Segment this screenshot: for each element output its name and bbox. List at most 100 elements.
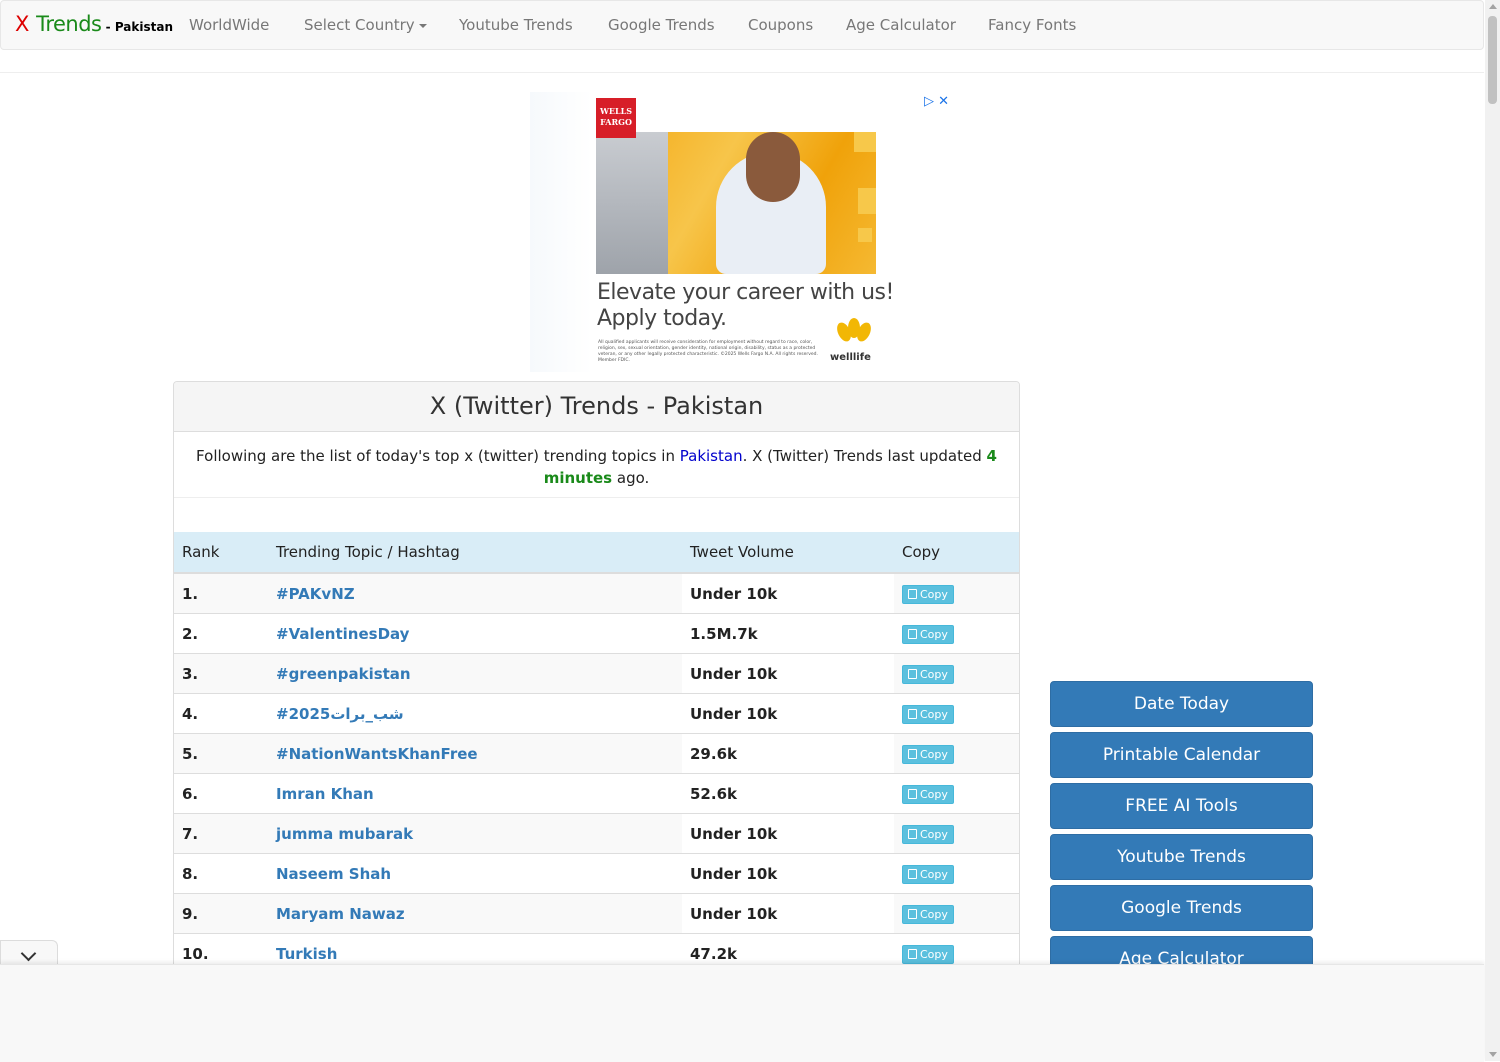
topic-cell: jumma mubarak (268, 813, 682, 854)
topic-cell: Imran Khan (268, 773, 682, 814)
copy-button[interactable]: Copy (902, 704, 954, 724)
person-head-image (746, 132, 800, 202)
adchoices-icon[interactable]: ▷ (924, 94, 934, 109)
scroll-thumb[interactable] (1488, 16, 1497, 104)
welllife-logo: welllife (830, 318, 874, 366)
copy-button[interactable]: Copy (902, 744, 954, 764)
advertisement[interactable]: ▷ ✕ WELLS FARGO Elevate your career with … (530, 92, 955, 372)
free-ai-tools-button[interactable]: FREE AI Tools (1050, 783, 1313, 829)
nav-age-calculator[interactable]: Age Calculator (846, 16, 956, 34)
volume-cell: Under 10k (682, 813, 894, 854)
page-title: X (Twitter) Trends - Pakistan (429, 392, 764, 420)
copy-label: Copy (920, 867, 948, 881)
volume-cell: 29.6k (682, 733, 894, 774)
table-header-row: Rank Trending Topic / Hashtag Tweet Volu… (174, 532, 1019, 574)
intro-middle: . X (Twitter) Trends last updated (742, 447, 987, 465)
topic-link[interactable]: Naseem Shah (276, 865, 391, 883)
header-topic: Trending Topic / Hashtag (268, 532, 682, 574)
table-row: 2. #ValentinesDay 1.5M.7k Copy (174, 613, 1019, 654)
country-link[interactable]: Pakistan (680, 447, 743, 465)
topic-link[interactable]: #greenpakistan (276, 665, 411, 683)
topic-link[interactable]: Imran Khan (276, 785, 374, 803)
nav-youtube-trends[interactable]: Youtube Trends (459, 16, 573, 34)
copy-icon (908, 868, 917, 879)
printable-calendar-button[interactable]: Printable Calendar (1050, 732, 1313, 778)
scroll-up-icon[interactable] (1489, 4, 1497, 9)
copy-icon (908, 948, 917, 959)
decor-square (858, 228, 872, 242)
copy-button[interactable]: Copy (902, 584, 954, 604)
table-row: 9. Maryam Nawaz Under 10k Copy (174, 893, 1019, 934)
copy-label: Copy (920, 827, 948, 841)
copy-label: Copy (920, 747, 948, 761)
volume-cell: Under 10k (682, 853, 894, 894)
topic-link[interactable]: #PAKvNZ (276, 585, 355, 603)
brand-country: - Pakistan (101, 20, 174, 34)
copy-label: Copy (920, 947, 948, 961)
table-row: 4. #شب_برات2025 Under 10k Copy (174, 693, 1019, 734)
copy-cell: Copy (894, 773, 1019, 814)
youtube-trends-button[interactable]: Youtube Trends (1050, 834, 1313, 880)
copy-button[interactable]: Copy (902, 944, 954, 964)
date-today-button[interactable]: Date Today (1050, 681, 1313, 727)
intro-after: ago. (612, 469, 650, 487)
topic-cell: #NationWantsKhanFree (268, 733, 682, 774)
chevron-down-icon (20, 945, 37, 962)
google-trends-button[interactable]: Google Trends (1050, 885, 1313, 931)
topic-cell: Naseem Shah (268, 853, 682, 894)
ad-controls[interactable]: ▷ ✕ (924, 94, 949, 109)
top-navbar: X Trends - Pakistan WorldWide Select Cou… (0, 0, 1484, 50)
topic-link[interactable]: #ValentinesDay (276, 625, 409, 643)
copy-icon (908, 668, 917, 679)
copy-button[interactable]: Copy (902, 824, 954, 844)
header-rank: Rank (174, 532, 268, 574)
scroll-down-icon[interactable] (1489, 1052, 1497, 1057)
brand-logo[interactable]: X Trends - Pakistan (15, 12, 173, 36)
nav-worldwide[interactable]: WorldWide (189, 16, 269, 34)
trends-table: Rank Trending Topic / Hashtag Tweet Volu… (174, 532, 1019, 973)
copy-cell: Copy (894, 693, 1019, 734)
header-copy: Copy (894, 532, 1019, 574)
copy-button[interactable]: Copy (902, 784, 954, 804)
rank-cell: 1. (174, 572, 268, 614)
copy-button[interactable]: Copy (902, 664, 954, 684)
close-icon[interactable]: ✕ (938, 94, 949, 109)
intro-text: Following are the list of today's top x … (174, 432, 1019, 498)
table-row: 7. jumma mubarak Under 10k Copy (174, 813, 1019, 854)
nav-select-country[interactable]: Select Country (304, 16, 427, 34)
rank-cell: 9. (174, 893, 268, 934)
topic-link[interactable]: jumma mubarak (276, 825, 413, 843)
rank-cell: 5. (174, 733, 268, 774)
nav-coupons[interactable]: Coupons (748, 16, 813, 34)
copy-cell: Copy (894, 733, 1019, 774)
copy-button[interactable]: Copy (902, 864, 954, 884)
copy-label: Copy (920, 787, 948, 801)
nav-fancy-fonts[interactable]: Fancy Fonts (988, 16, 1076, 34)
trends-panel: X (Twitter) Trends - Pakistan Following … (173, 381, 1020, 981)
brand-x: X (15, 12, 30, 36)
topic-link[interactable]: Turkish (276, 945, 337, 963)
ad-image (596, 132, 876, 274)
ad-fade (530, 92, 592, 372)
wells-fargo-logo: WELLS FARGO (596, 98, 636, 138)
decor-square (854, 132, 876, 152)
topic-link[interactable]: #NationWantsKhanFree (276, 745, 478, 763)
copy-icon (908, 708, 917, 719)
panel-heading: X (Twitter) Trends - Pakistan (174, 382, 1019, 432)
volume-cell: Under 10k (682, 572, 894, 614)
table-row: 6. Imran Khan 52.6k Copy (174, 773, 1019, 814)
ad-headline-1: Elevate your career with us! (597, 280, 894, 305)
table-row: 3. #greenpakistan Under 10k Copy (174, 653, 1019, 694)
topic-link[interactable]: Maryam Nawaz (276, 905, 405, 923)
page-scrollbar[interactable] (1485, 0, 1500, 1061)
copy-label: Copy (920, 667, 948, 681)
collapse-ad-button[interactable] (0, 940, 58, 966)
copy-button[interactable]: Copy (902, 624, 954, 644)
rank-cell: 2. (174, 613, 268, 654)
topic-link[interactable]: #شب_برات2025 (276, 705, 404, 723)
nav-google-trends[interactable]: Google Trends (608, 16, 715, 34)
table-row: 5. #NationWantsKhanFree 29.6k Copy (174, 733, 1019, 774)
volume-cell: Under 10k (682, 653, 894, 694)
copy-icon (908, 588, 917, 599)
copy-button[interactable]: Copy (902, 904, 954, 924)
